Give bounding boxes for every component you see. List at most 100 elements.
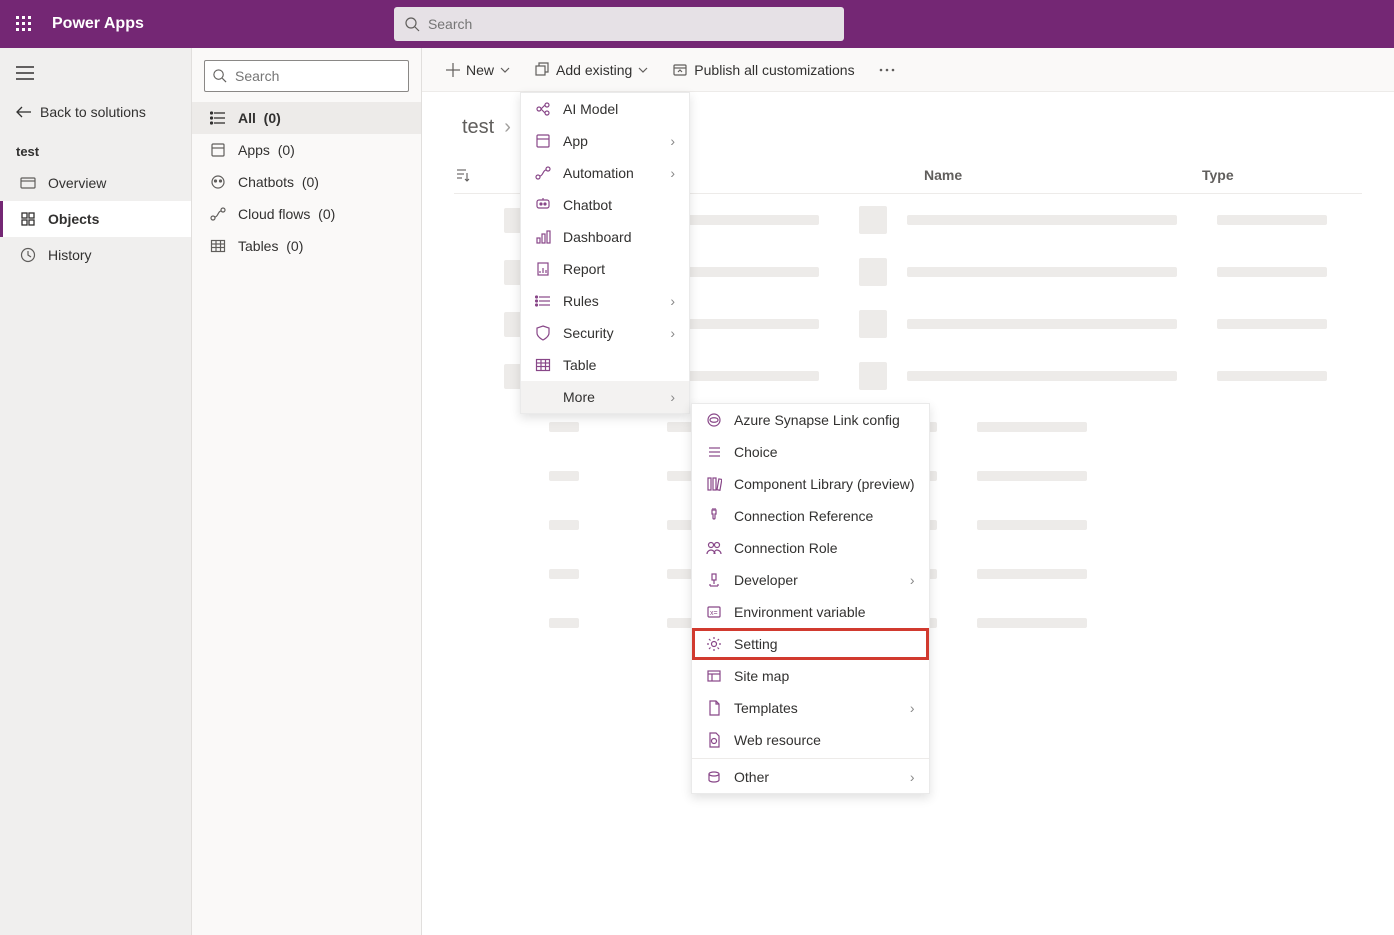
menu-item-other[interactable]: Other ›	[692, 761, 929, 793]
menu-item-web-resource[interactable]: Web resource	[692, 724, 929, 756]
obj-cloud-flows[interactable]: Cloud flows (0)	[192, 198, 421, 230]
menu-item-label: Templates	[734, 700, 798, 716]
menu-item-label: Automation	[563, 165, 634, 181]
menu-item-icon	[706, 412, 722, 428]
menu-item-table[interactable]: Table	[521, 349, 689, 381]
menu-item-report[interactable]: Report	[521, 253, 689, 285]
obj-apps[interactable]: Apps (0)	[192, 134, 421, 166]
menu-item-icon	[706, 508, 722, 524]
new-label: New	[466, 62, 494, 78]
menu-item-setting[interactable]: Setting	[692, 628, 929, 660]
menu-item-icon	[706, 476, 722, 492]
obj-all[interactable]: All (0)	[192, 102, 421, 134]
menu-item-icon	[706, 572, 722, 588]
waffle-icon[interactable]	[0, 0, 48, 48]
publish-button[interactable]: Publish all customizations	[664, 56, 862, 84]
menu-item-label: Connection Role	[734, 540, 838, 556]
nav-history[interactable]: History	[0, 237, 191, 273]
breadcrumb-root[interactable]: test	[462, 116, 494, 139]
menu-item-chatbot[interactable]: Chatbot	[521, 189, 689, 221]
menu-item-icon	[535, 261, 551, 277]
svg-text:x=: x=	[710, 610, 718, 617]
nav-label: History	[48, 247, 92, 263]
add-existing-icon	[534, 62, 550, 78]
menu-item-rules[interactable]: Rules›	[521, 285, 689, 317]
menu-item-icon	[535, 165, 551, 181]
menu-item-choice[interactable]: Choice	[692, 436, 929, 468]
obj-label: Apps (0)	[238, 142, 295, 158]
menu-item-templates[interactable]: Templates ›	[692, 692, 929, 724]
menu-item-developer[interactable]: Developer ›	[692, 564, 929, 596]
obj-label: Chatbots (0)	[238, 174, 319, 190]
menu-item-label: Web resource	[734, 732, 821, 748]
hamburger-icon[interactable]	[0, 60, 191, 94]
menu-item-label: Report	[563, 261, 605, 277]
chevron-down-icon	[500, 67, 510, 73]
menu-item-connection-reference[interactable]: Connection Reference	[692, 500, 929, 532]
new-menu: AI ModelApp›Automation›ChatbotDashboardR…	[520, 92, 690, 414]
search-icon	[404, 16, 420, 32]
back-to-solutions[interactable]: Back to solutions	[0, 94, 191, 130]
menu-item-connection-role[interactable]: Connection Role	[692, 532, 929, 564]
menu-item-icon	[535, 325, 551, 341]
chatbot-icon	[210, 174, 226, 190]
obj-chatbots[interactable]: Chatbots (0)	[192, 166, 421, 198]
chevron-down-icon	[638, 67, 648, 73]
col-name[interactable]: Name	[924, 167, 1202, 183]
menu-item-dashboard[interactable]: Dashboard	[521, 221, 689, 253]
table-icon	[210, 238, 226, 254]
global-search	[394, 7, 844, 41]
menu-item-label: Developer	[734, 572, 798, 588]
app-icon	[210, 142, 226, 158]
menu-item-label: Dashboard	[563, 229, 632, 245]
chevron-right-icon: ›	[910, 572, 915, 588]
global-search-input[interactable]	[394, 7, 844, 41]
add-existing-button[interactable]: Add existing	[526, 56, 656, 84]
solution-name: test	[0, 130, 191, 165]
menu-item-label: Environment variable	[734, 604, 866, 620]
add-existing-label: Add existing	[556, 62, 632, 78]
menu-item-app[interactable]: App›	[521, 125, 689, 157]
menu-item-icon	[535, 229, 551, 245]
publish-label: Publish all customizations	[694, 62, 854, 78]
chevron-right-icon: ›	[910, 769, 915, 785]
menu-item-icon	[706, 540, 722, 556]
menu-item-more[interactable]: More›	[521, 381, 689, 413]
menu-item-automation[interactable]: Automation›	[521, 157, 689, 189]
menu-item-label: Choice	[734, 444, 778, 460]
menu-item-component-library-preview-[interactable]: Component Library (preview)	[692, 468, 929, 500]
nav-objects[interactable]: Objects	[0, 201, 191, 237]
menu-item-label: Other	[734, 769, 769, 785]
chevron-right-icon: ›	[670, 389, 675, 405]
flow-icon	[210, 206, 226, 222]
menu-item-site-map[interactable]: Site map	[692, 660, 929, 692]
nav-label: Objects	[48, 211, 99, 227]
plus-icon	[446, 63, 460, 77]
main-area: New Add existing Publish all customizati…	[422, 48, 1394, 935]
more-submenu: Azure Synapse Link config Choice Component…	[691, 403, 930, 794]
menu-item-icon	[535, 389, 551, 405]
menu-item-security[interactable]: Security›	[521, 317, 689, 349]
objects-panel: All (0) Apps (0) Chatbots (0) Cloud flow…	[192, 48, 422, 935]
new-button[interactable]: New	[438, 56, 518, 84]
menu-item-icon	[706, 636, 722, 652]
objects-icon	[20, 211, 36, 227]
arrow-left-icon	[16, 106, 32, 118]
nav-overview[interactable]: Overview	[0, 165, 191, 201]
menu-item-label: Azure Synapse Link config	[734, 412, 900, 428]
chevron-right-icon: ›	[504, 116, 511, 139]
menu-item-label: Setting	[734, 636, 778, 652]
more-icon	[879, 68, 895, 72]
col-type[interactable]: Type	[1202, 167, 1362, 183]
menu-item-icon	[706, 444, 722, 460]
menu-item-ai-model[interactable]: AI Model	[521, 93, 689, 125]
more-commands-button[interactable]	[871, 62, 903, 78]
menu-item-label: AI Model	[563, 101, 618, 117]
topbar: Power Apps	[0, 0, 1394, 48]
objects-search-input[interactable]	[204, 60, 409, 92]
menu-item-azure-synapse-link-config[interactable]: Azure Synapse Link config	[692, 404, 929, 436]
obj-tables[interactable]: Tables (0)	[192, 230, 421, 262]
menu-item-environment-variable[interactable]: x= Environment variable	[692, 596, 929, 628]
overview-icon	[20, 175, 36, 191]
chevron-right-icon: ›	[910, 700, 915, 716]
